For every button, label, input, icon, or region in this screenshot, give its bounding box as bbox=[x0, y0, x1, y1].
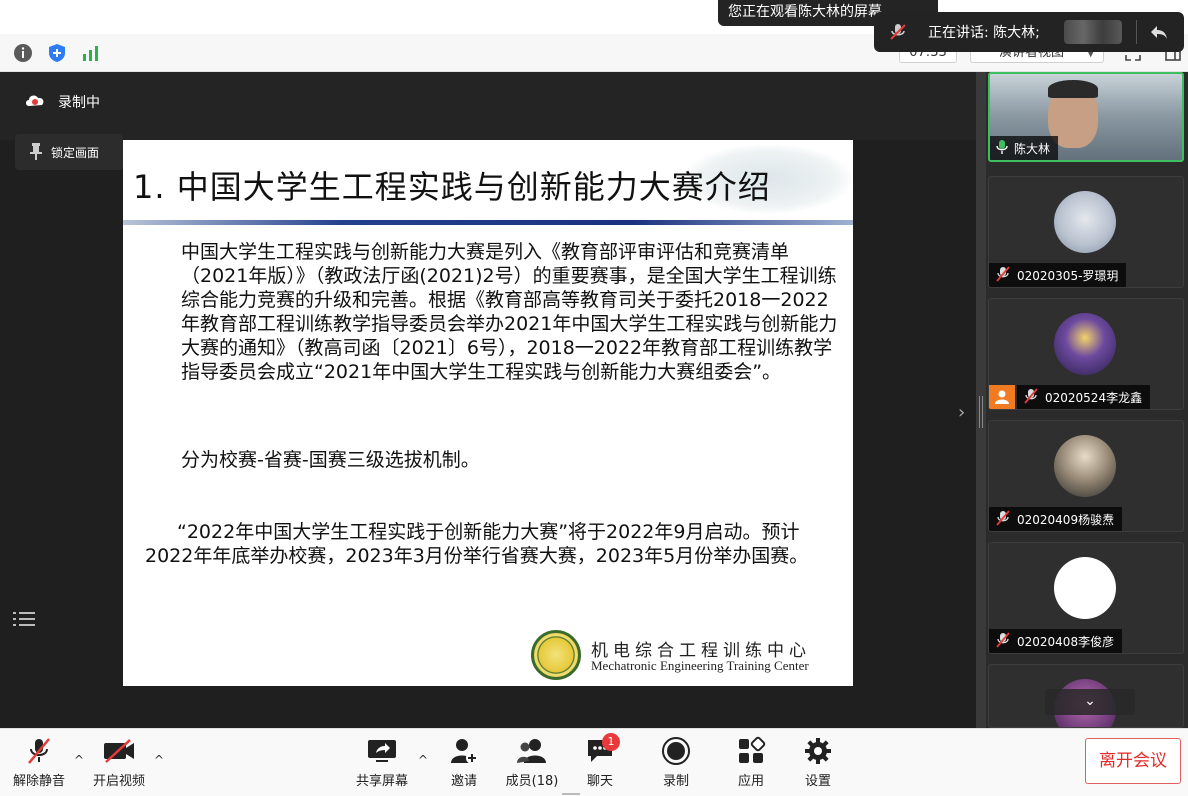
mic-muted-icon bbox=[995, 265, 1011, 285]
share-screen-label: 共享屏幕 bbox=[355, 774, 408, 789]
mic-muted-icon bbox=[21, 735, 57, 767]
share-options-caret[interactable]: ^ bbox=[418, 753, 428, 767]
apps-button[interactable]: 应用 bbox=[721, 735, 781, 791]
cloud-record-icon bbox=[24, 92, 46, 112]
pin-icon bbox=[29, 142, 43, 163]
participant-name-tag: 02020409杨骏焘 bbox=[989, 507, 1123, 531]
slide-paragraph-intro: 中国大学生工程实践与创新能力大赛是列入《教育部评审评估和竞赛清单（2021年版）… bbox=[181, 241, 838, 383]
share-screen-button[interactable]: 共享屏幕 bbox=[352, 735, 412, 791]
mic-muted-icon bbox=[995, 631, 1011, 651]
record-button[interactable]: 录制 bbox=[646, 735, 706, 791]
participant-name-tag: 陈大林 bbox=[990, 136, 1059, 160]
stage-header: 录制中 bbox=[0, 72, 976, 140]
scroll-more-participants-button[interactable]: ⌄ bbox=[1045, 689, 1135, 715]
window-resize-handle[interactable] bbox=[562, 793, 580, 795]
reply-arrow-icon[interactable] bbox=[1148, 22, 1170, 46]
participant-name: 02020524李龙鑫 bbox=[1045, 390, 1143, 405]
participant-avatar bbox=[1054, 191, 1116, 253]
chat-label: 聊天 bbox=[586, 774, 613, 789]
participant-name-tag: 02020305-罗璟玥 bbox=[989, 263, 1127, 287]
presentation-slide: 1. 中国大学生工程实践与创新能力大赛介绍 中国大学生工程实践与创新能力大赛是列… bbox=[123, 140, 853, 686]
slide-paragraph-schedule: “2022年中国大学生工程实践于创新能力大赛”将于2022年9月启动。预计202… bbox=[145, 521, 809, 567]
chevron-down-icon: ⌄ bbox=[1084, 693, 1096, 709]
university-seal-logo bbox=[531, 630, 581, 680]
invite-user-icon bbox=[446, 735, 482, 767]
participant-avatar bbox=[1054, 557, 1116, 619]
camera-off-icon bbox=[101, 735, 137, 767]
unmute-label: 解除静音 bbox=[12, 774, 65, 789]
footer-center-name-en: Mechatronic Engineering Training Center bbox=[591, 658, 809, 673]
unmute-button[interactable]: 解除静音 bbox=[9, 735, 69, 791]
mic-muted-icon bbox=[888, 22, 908, 46]
settings-button[interactable]: 设置 bbox=[788, 735, 848, 791]
chat-unread-badge: 1 bbox=[602, 733, 620, 751]
slide-paragraph-mechanism: 分为校赛-省赛-国赛三级选拔机制。 bbox=[181, 449, 480, 471]
security-shield-icon[interactable] bbox=[46, 42, 68, 64]
mic-muted-icon bbox=[995, 509, 1011, 529]
participant-tile[interactable]: 02020408李俊彦 bbox=[988, 542, 1184, 654]
participant-name: 02020408李俊彦 bbox=[1017, 634, 1115, 649]
slide-title: 1. 中国大学生工程实践与创新能力大赛介绍 bbox=[133, 168, 771, 206]
chat-button[interactable]: 聊天 bbox=[570, 735, 630, 791]
participant-tile[interactable]: 02020305-罗璟玥 bbox=[988, 176, 1184, 288]
participant-name: 02020305-罗璟玥 bbox=[1017, 268, 1119, 283]
lock-screen-button[interactable]: 锁定画面 bbox=[15, 134, 123, 170]
network-signal-icon[interactable] bbox=[80, 42, 102, 64]
record-icon bbox=[658, 735, 694, 767]
speaking-text: 正在讲话: 陈大林; bbox=[928, 25, 1040, 41]
video-options-caret[interactable]: ^ bbox=[154, 753, 164, 767]
participant-name: 02020409杨骏焘 bbox=[1017, 512, 1115, 527]
splitter-grip[interactable] bbox=[979, 396, 983, 428]
participant-tile[interactable]: 02020409杨骏焘 bbox=[988, 420, 1184, 532]
apps-grid-icon bbox=[733, 735, 769, 767]
shared-screen-stage: 录制中 锁定画面 1. 中国大学生工程实践与创新能力大赛介绍 中国大学生工程实践… bbox=[0, 72, 976, 728]
participant-tile[interactable]: 02020524李龙鑫 bbox=[988, 298, 1184, 410]
recording-indicator[interactable]: 录制中 bbox=[24, 92, 100, 112]
meeting-toolbar: 解除静音 ^ 开启视频 ^ 共享屏幕 ^ 邀请 成员(18) 1 聊天 录制 应… bbox=[0, 728, 1188, 796]
invite-label: 邀请 bbox=[450, 774, 477, 789]
speaker-hair bbox=[1048, 80, 1098, 98]
members-label: 成员(18) bbox=[505, 774, 559, 789]
speaking-indicator: 正在讲话: 陈大林; bbox=[874, 12, 1184, 52]
mic-on-icon bbox=[996, 139, 1008, 158]
participant-name: 陈大林 bbox=[1014, 141, 1051, 156]
host-badge-icon bbox=[989, 385, 1015, 409]
participant-avatar bbox=[1054, 435, 1116, 497]
invite-button[interactable]: 邀请 bbox=[434, 735, 494, 791]
members-icon bbox=[514, 735, 550, 767]
info-icon[interactable] bbox=[12, 42, 34, 64]
members-button[interactable]: 成员(18) bbox=[502, 735, 562, 791]
leave-meeting-button[interactable]: 离开会议 bbox=[1085, 738, 1181, 784]
speaker-avatars-blurred bbox=[1064, 20, 1122, 44]
mic-muted-icon bbox=[1023, 387, 1039, 407]
share-screen-icon bbox=[364, 735, 400, 767]
title-underline bbox=[123, 220, 853, 225]
divider bbox=[1136, 20, 1137, 44]
recording-label: 录制中 bbox=[58, 95, 100, 111]
participant-avatar bbox=[1054, 313, 1116, 375]
chevron-right-icon[interactable]: › bbox=[958, 402, 965, 423]
gear-icon bbox=[800, 735, 836, 767]
apps-label: 应用 bbox=[737, 774, 764, 789]
start-video-label: 开启视频 bbox=[92, 774, 145, 789]
start-video-button[interactable]: 开启视频 bbox=[89, 735, 149, 791]
list-menu-icon[interactable] bbox=[10, 604, 38, 634]
audio-options-caret[interactable]: ^ bbox=[74, 753, 84, 767]
record-label: 录制 bbox=[662, 774, 689, 789]
participant-name-tag: 02020408李俊彦 bbox=[989, 629, 1123, 653]
lock-screen-label: 锁定画面 bbox=[51, 145, 100, 160]
settings-label: 设置 bbox=[804, 774, 831, 789]
participant-tile[interactable]: 陈大林 bbox=[988, 72, 1184, 162]
participant-name-tag: 02020524李龙鑫 bbox=[1017, 385, 1151, 409]
